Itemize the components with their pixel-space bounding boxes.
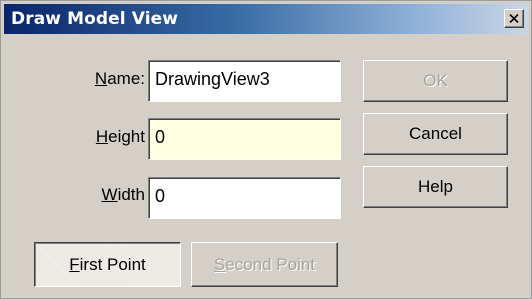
- second-point-mnemonic: S: [213, 254, 226, 274]
- dialog-title: Draw Model View: [11, 9, 179, 29]
- cancel-button[interactable]: Cancel: [363, 113, 508, 155]
- height-label-mnemonic: H: [95, 127, 109, 146]
- ok-button[interactable]: OK: [363, 60, 508, 102]
- first-point-label: irst Point: [79, 254, 146, 274]
- name-field[interactable]: DrawingView3: [148, 60, 341, 102]
- title-bar[interactable]: Draw Model View: [4, 4, 528, 34]
- second-point-button[interactable]: Second Point: [191, 242, 338, 287]
- help-button-label: Help: [418, 177, 453, 196]
- first-point-button[interactable]: First Point: [34, 242, 181, 287]
- height-field-value: 0: [155, 127, 166, 147]
- name-label-mnemonic: N: [94, 69, 108, 88]
- width-label-mnemonic: W: [101, 185, 118, 204]
- width-label-text: idth: [117, 185, 145, 204]
- draw-model-view-dialog: Draw Model View Name: DrawingView3 Heigh…: [0, 0, 532, 299]
- close-button[interactable]: [504, 9, 524, 28]
- name-label: Name:: [5, 69, 145, 89]
- height-label-text: eight: [108, 127, 145, 146]
- height-label: Height: [5, 127, 145, 147]
- width-field[interactable]: 0: [148, 177, 341, 219]
- width-label: Width: [5, 185, 145, 205]
- name-field-value: DrawingView3: [155, 69, 270, 89]
- first-point-mnemonic: F: [69, 254, 80, 274]
- height-field[interactable]: 0: [148, 118, 341, 160]
- second-point-label: econd Point: [225, 254, 316, 274]
- ok-button-label: OK: [423, 71, 448, 90]
- cancel-button-label: Cancel: [409, 124, 462, 143]
- width-field-value: 0: [155, 186, 166, 206]
- help-button[interactable]: Help: [363, 166, 508, 208]
- name-label-text: ame:: [107, 69, 145, 88]
- close-icon: [509, 14, 519, 23]
